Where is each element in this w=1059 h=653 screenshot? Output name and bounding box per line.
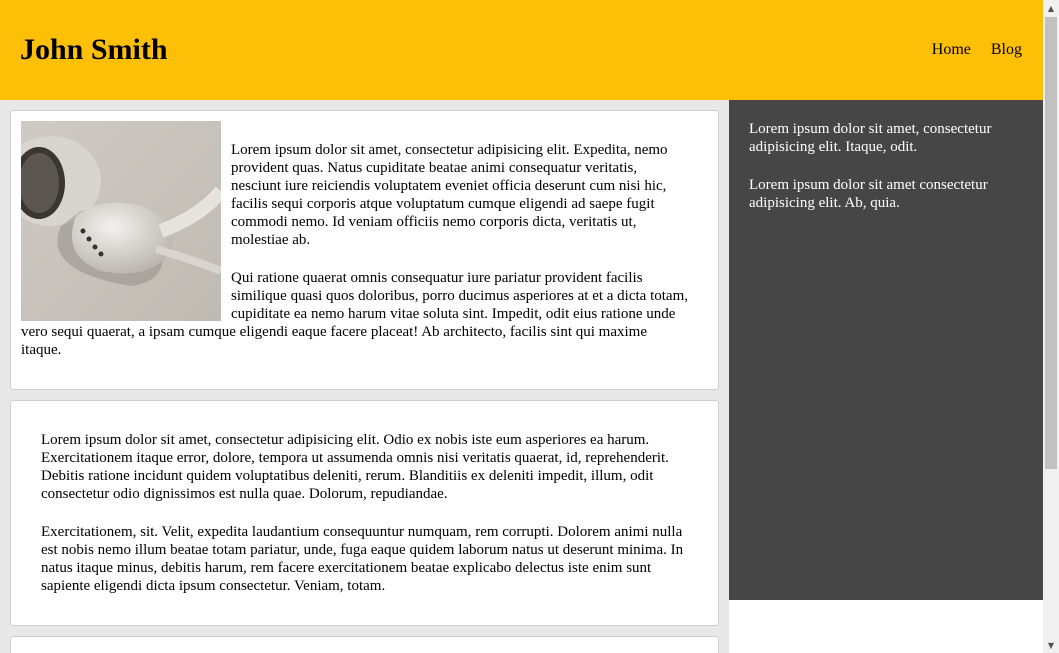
scroll-down-arrow-icon[interactable]: ▼	[1043, 637, 1059, 653]
article-card	[10, 636, 719, 653]
nav-link-blog[interactable]: Blog	[991, 41, 1022, 59]
article-paragraph: Exercitationem, sit. Velit, expedita lau…	[41, 524, 684, 594]
site-title: John Smith	[20, 33, 168, 66]
site-header: John Smith Home Blog	[0, 0, 1043, 100]
earphones-photo-icon	[21, 121, 221, 321]
sidebar-paragraph: Lorem ipsum dolor sit amet, consectetur …	[749, 121, 992, 155]
main-nav: Home Blog	[932, 41, 1022, 59]
scroll-up-arrow-icon[interactable]: ▲	[1043, 0, 1059, 16]
earphones-image	[21, 121, 221, 321]
nav-link-home[interactable]: Home	[932, 41, 971, 59]
article-paragraph: Lorem ipsum dolor sit amet, consectetur …	[41, 432, 669, 502]
main-content: Lorem ipsum dolor sit amet, consectetur …	[0, 100, 729, 653]
article-card: Lorem ipsum dolor sit amet, consectetur …	[10, 400, 719, 626]
sidebar: Lorem ipsum dolor sit amet, consectetur …	[729, 100, 1043, 600]
vertical-scrollbar[interactable]: ▲ ▼	[1043, 0, 1059, 653]
scrollbar-thumb[interactable]	[1045, 17, 1057, 469]
article-card: Lorem ipsum dolor sit amet, consectetur …	[10, 110, 719, 390]
sidebar-paragraph: Lorem ipsum dolor sit amet consectetur a…	[749, 177, 988, 211]
